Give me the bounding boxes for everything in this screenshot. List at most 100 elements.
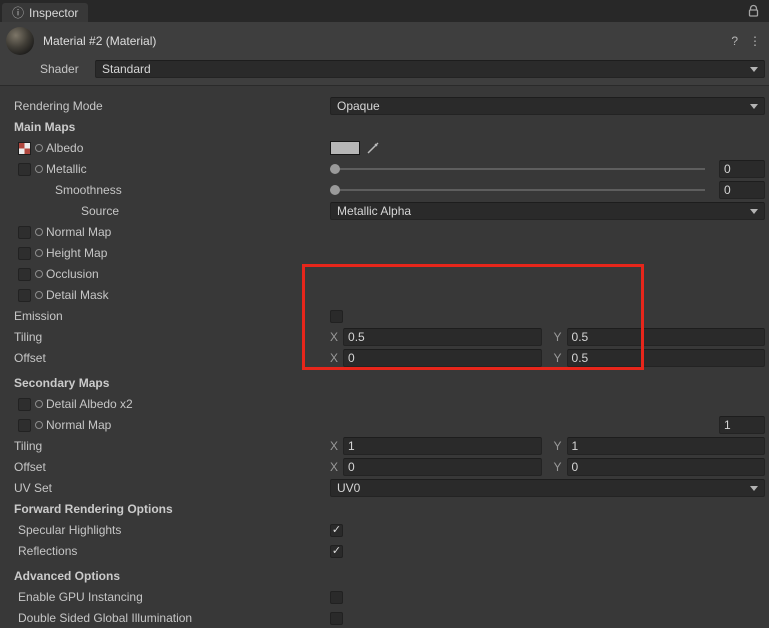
offset-secondary-y-input[interactable] (566, 458, 765, 476)
object-picker-icon[interactable] (35, 421, 43, 429)
metallic-texture-slot[interactable] (18, 162, 31, 176)
gpu-instancing-checkbox[interactable] (330, 590, 343, 604)
x-axis-label: X (330, 460, 339, 474)
help-icon[interactable]: ? (731, 34, 738, 48)
reflections-label: Reflections (18, 544, 78, 558)
row-uv-set: UV Set UV0 (0, 478, 765, 498)
advanced-options-heading: Advanced Options (14, 569, 121, 583)
normal-map-secondary-scale-input[interactable] (719, 416, 765, 434)
tab-bar: ⓘ Inspector (0, 0, 769, 22)
rendering-mode-dropdown[interactable]: Opaque (330, 97, 765, 115)
height-map-texture-slot[interactable] (18, 246, 31, 260)
row-height-map: Height Map (0, 243, 765, 263)
uv-set-value: UV0 (337, 481, 361, 495)
kebab-menu-icon[interactable]: ⋮ (749, 34, 761, 48)
lock-icon[interactable] (747, 4, 760, 18)
object-picker-icon[interactable] (35, 249, 43, 257)
smoothness-slider[interactable] (330, 183, 705, 197)
secondary-maps-heading: Secondary Maps (14, 376, 110, 390)
slider-thumb[interactable] (330, 164, 340, 174)
shader-dropdown[interactable]: Standard (95, 60, 765, 78)
detail-albedo-texture-slot[interactable] (18, 397, 31, 411)
occlusion-label-group: Occlusion (0, 267, 330, 281)
offset-main-label: Offset (14, 351, 46, 365)
x-axis-label: X (330, 330, 339, 344)
row-smoothness: Smoothness (0, 180, 765, 200)
object-picker-icon[interactable] (35, 291, 43, 299)
tiling-main-x-input[interactable] (343, 328, 542, 346)
normal-map-secondary-texture-slot[interactable] (18, 418, 31, 432)
gpu-instancing-label: Enable GPU Instancing (18, 590, 143, 604)
occlusion-label: Occlusion (46, 267, 99, 281)
row-tiling-secondary: Tiling X Y (0, 436, 765, 456)
object-picker-icon[interactable] (35, 228, 43, 236)
object-picker-icon[interactable] (35, 270, 43, 278)
metallic-label-group: Metallic (0, 162, 330, 176)
offset-main-x-input[interactable] (343, 349, 542, 367)
height-map-label: Height Map (46, 246, 108, 260)
material-title: Material #2 (Material) (43, 34, 157, 48)
row-detail-albedo: Detail Albedo x2 (0, 394, 765, 414)
material-header: Material #2 (Material) ? ⋮ Shader Standa… (0, 22, 769, 86)
double-sided-gi-label: Double Sided Global Illumination (18, 611, 193, 625)
chevron-down-icon (750, 486, 758, 491)
smoothness-value-input[interactable] (719, 181, 765, 199)
specular-highlights-checkbox[interactable]: ✓ (330, 523, 343, 537)
offset-main-y-input[interactable] (566, 349, 765, 367)
tiling-secondary-label: Tiling (14, 439, 43, 453)
row-rendering-mode: Rendering Mode Opaque (0, 96, 765, 116)
material-header-top: Material #2 (Material) ? ⋮ (6, 27, 765, 55)
row-occlusion: Occlusion (0, 264, 765, 284)
rendering-mode-label: Rendering Mode (14, 99, 103, 113)
object-picker-icon[interactable] (35, 144, 43, 152)
x-axis-label: X (330, 351, 339, 365)
normal-map-label-group: Normal Map (0, 225, 330, 239)
emission-checkbox[interactable] (330, 309, 343, 323)
tab-inspector[interactable]: ⓘ Inspector (2, 3, 89, 22)
row-specular-highlights: Specular Highlights ✓ (0, 520, 765, 540)
normal-map-label: Normal Map (46, 225, 112, 239)
shader-row: Shader Standard (6, 60, 765, 78)
shader-label: Shader (40, 62, 79, 76)
slider-thumb[interactable] (330, 185, 340, 195)
tiling-secondary-x-input[interactable] (343, 437, 542, 455)
metallic-label: Metallic (46, 162, 87, 176)
offset-secondary-x-input[interactable] (343, 458, 542, 476)
emission-label: Emission (14, 309, 63, 323)
double-sided-gi-checkbox[interactable] (330, 611, 343, 625)
object-picker-icon[interactable] (35, 400, 43, 408)
source-value: Metallic Alpha (337, 204, 412, 218)
tiling-main-y-input[interactable] (566, 328, 765, 346)
row-forward-rendering-options: Forward Rendering Options (0, 499, 765, 519)
row-detail-mask: Detail Mask (0, 285, 765, 305)
smoothness-label: Smoothness (55, 183, 122, 197)
albedo-texture-thumbnail[interactable] (18, 141, 31, 155)
uv-set-dropdown[interactable]: UV0 (330, 479, 765, 497)
row-emission: Emission (0, 306, 765, 326)
source-dropdown[interactable]: Metallic Alpha (330, 202, 765, 220)
detail-albedo-label: Detail Albedo x2 (46, 397, 133, 411)
normal-map-texture-slot[interactable] (18, 225, 31, 239)
metallic-slider[interactable] (330, 162, 705, 176)
tabbar-right (747, 4, 760, 18)
tiling-main-label: Tiling (14, 330, 43, 344)
normal-map-secondary-label-group: Normal Map (0, 418, 330, 432)
slider-track (330, 168, 705, 170)
material-preview-sphere (6, 27, 34, 55)
row-advanced-options: Advanced Options (0, 566, 765, 586)
reflections-checkbox[interactable]: ✓ (330, 544, 343, 558)
row-offset-secondary: Offset X Y (0, 457, 765, 477)
albedo-color-swatch[interactable] (330, 141, 360, 155)
tiling-secondary-y-input[interactable] (566, 437, 765, 455)
chevron-down-icon (750, 67, 758, 72)
detail-mask-texture-slot[interactable] (18, 288, 31, 302)
x-axis-label: X (330, 439, 339, 453)
eyedropper-icon[interactable] (366, 141, 380, 155)
row-gpu-instancing: Enable GPU Instancing (0, 587, 765, 607)
row-reflections: Reflections ✓ (0, 541, 765, 561)
check-icon: ✓ (331, 523, 342, 536)
object-picker-icon[interactable] (35, 165, 43, 173)
albedo-label: Albedo (46, 141, 84, 155)
occlusion-texture-slot[interactable] (18, 267, 31, 281)
metallic-value-input[interactable] (719, 160, 765, 178)
